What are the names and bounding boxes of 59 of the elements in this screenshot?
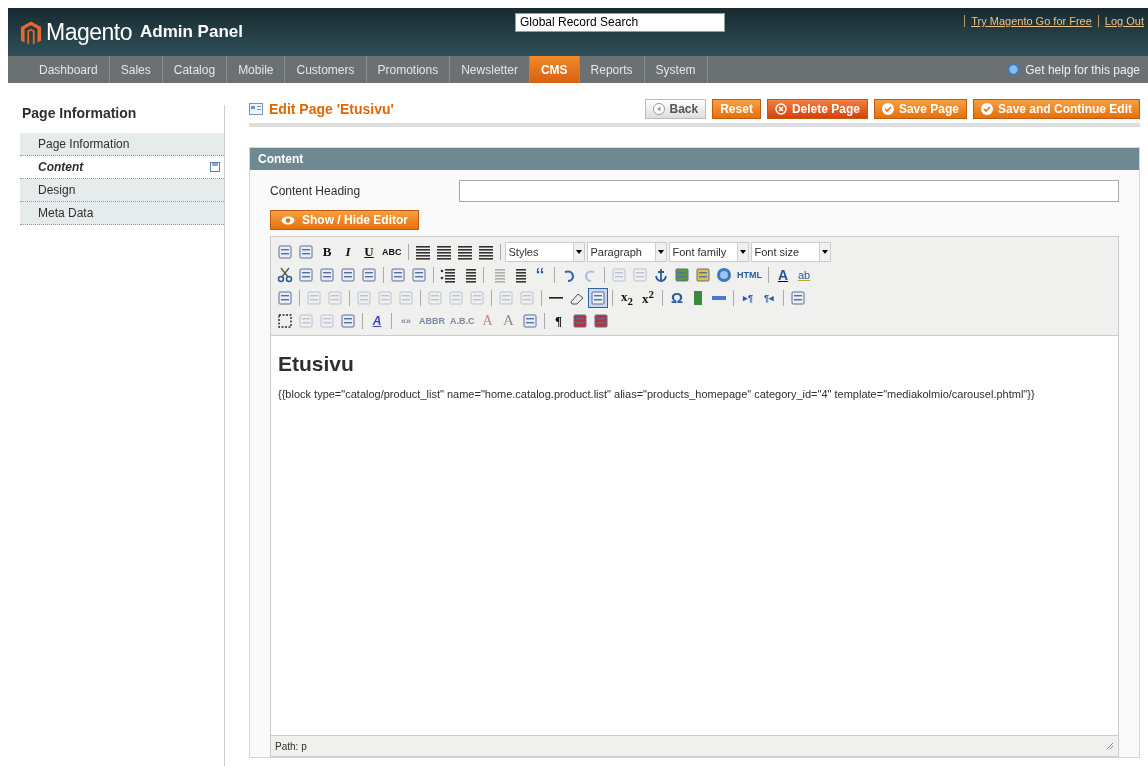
action-button[interactable]: Delete Page (766, 99, 868, 119)
format-button[interactable]: B (317, 241, 337, 262)
page-title: Edit Page 'Etusivu' (269, 101, 394, 117)
format-button[interactable]: ¶ (548, 310, 569, 331)
logo-subtitle: Admin Panel (140, 22, 243, 42)
nav-tab[interactable]: Promotions (366, 56, 451, 83)
format-button[interactable]: A (773, 264, 793, 285)
format-button[interactable]: ¶◂ (759, 287, 779, 308)
sidebar-tab[interactable]: Design (20, 179, 224, 202)
format-button[interactable]: ABC (380, 241, 404, 262)
format-button[interactable]: ▸¶ (738, 287, 758, 308)
format-button[interactable]: U (359, 241, 379, 262)
resize-handle-icon[interactable] (1106, 742, 1114, 750)
dropdown-arrow-icon (575, 249, 582, 254)
logo-text: Magento (46, 18, 132, 46)
input-field[interactable] (459, 180, 1119, 202)
dropdown-arrow-icon (657, 249, 664, 254)
format-button[interactable]: Ω (667, 287, 687, 308)
checkmark-icon (981, 103, 993, 115)
nav-tab[interactable]: Sales (109, 56, 163, 83)
format-button[interactable]: ab (794, 264, 814, 285)
format-button[interactable]: x$_{2}$ (617, 287, 637, 308)
checkmark-icon (881, 103, 894, 115)
help-link[interactable]: Get help for this page (1025, 62, 1140, 77)
header-link[interactable]: Log Out (1097, 15, 1144, 27)
element-path: Path: p (275, 740, 307, 752)
format-dropdown[interactable]: Paragraph (586, 241, 667, 262)
help-icon (1007, 63, 1021, 76)
nav-tab[interactable]: Catalog (162, 56, 228, 83)
format-button[interactable]: x$^{2}$ (638, 287, 658, 308)
format-dropdown[interactable]: Styles (504, 241, 585, 262)
sidebar-title: Page Information (21, 105, 138, 123)
header-link[interactable]: Try Magento Go for Free (964, 15, 1092, 27)
dropdown-arrow-icon (821, 249, 828, 254)
cancel-icon (774, 103, 787, 115)
nav-tab[interactable]: Reports (579, 56, 645, 83)
nav-tab[interactable]: Newsletter (450, 56, 530, 83)
page-icon (249, 103, 263, 115)
action-button[interactable]: Back (644, 99, 707, 119)
format-dropdown[interactable]: Font size (750, 241, 831, 262)
logo-icon (20, 19, 42, 45)
content-text: {{block type="catalog/product_list" name="home.catalog.product.list" alias="products_homepage" category_id="4" template="mediakolmio/carousel.phtml"}} (278, 388, 1036, 400)
format-button[interactable]: HTML (735, 264, 764, 285)
field-label: Content Heading (270, 184, 362, 198)
dropdown-arrow-icon (739, 249, 746, 254)
nav-tab[interactable]: Dashboard (28, 56, 110, 83)
sidebar-tab[interactable]: Page Information (20, 133, 224, 156)
format-dropdown[interactable]: Font family (668, 241, 749, 262)
format-button[interactable]: ‘‘ (530, 264, 550, 285)
nav-tab[interactable]: Customers (285, 56, 367, 83)
format-button[interactable]: A (367, 310, 387, 331)
section-header: Content (250, 148, 1139, 170)
search-field[interactable]: Global Record Search (515, 12, 725, 32)
eye-icon (281, 215, 295, 225)
nav-tab[interactable]: Mobile (227, 56, 286, 83)
nav-tab[interactable]: System (644, 56, 708, 83)
content-heading: Etusivu (278, 352, 355, 376)
sidebar-tab[interactable]: Meta Data (20, 202, 224, 225)
format-button[interactable]: I (338, 241, 358, 262)
